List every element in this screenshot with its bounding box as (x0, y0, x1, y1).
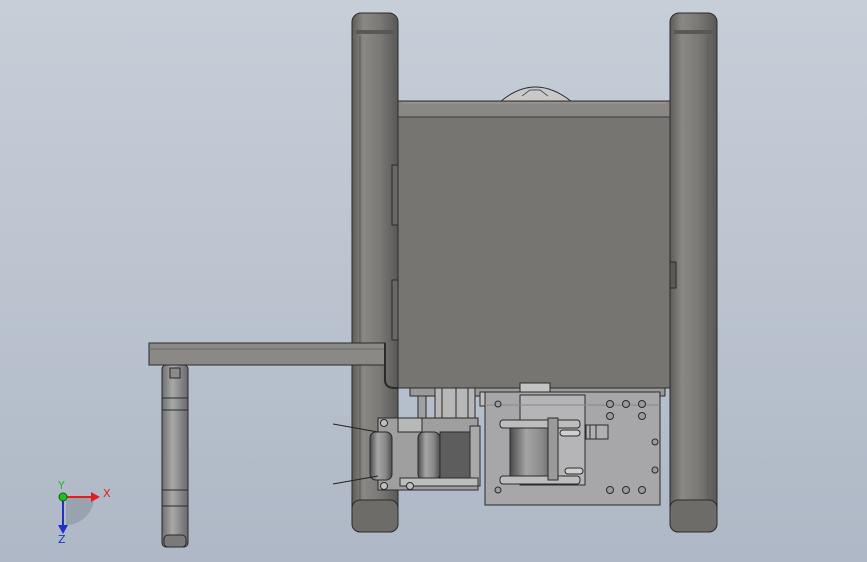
triad-y-label: Y (57, 479, 65, 492)
triad-x-label: X (103, 487, 111, 500)
triad-y-dot (58, 492, 68, 502)
triad-shadow (66, 497, 94, 525)
top-disk (498, 86, 574, 103)
central-box (397, 100, 671, 389)
orientation-triad: X Y Z (57, 479, 111, 546)
triad-z-label: Z (58, 533, 66, 546)
machine-assembly[interactable] (148, 12, 718, 548)
support-rod (161, 364, 189, 548)
roller-assembly (369, 417, 481, 491)
cad-viewport[interactable]: X Y Z (0, 0, 867, 562)
right-post (667, 12, 718, 533)
triad-x-arrow (91, 492, 100, 502)
